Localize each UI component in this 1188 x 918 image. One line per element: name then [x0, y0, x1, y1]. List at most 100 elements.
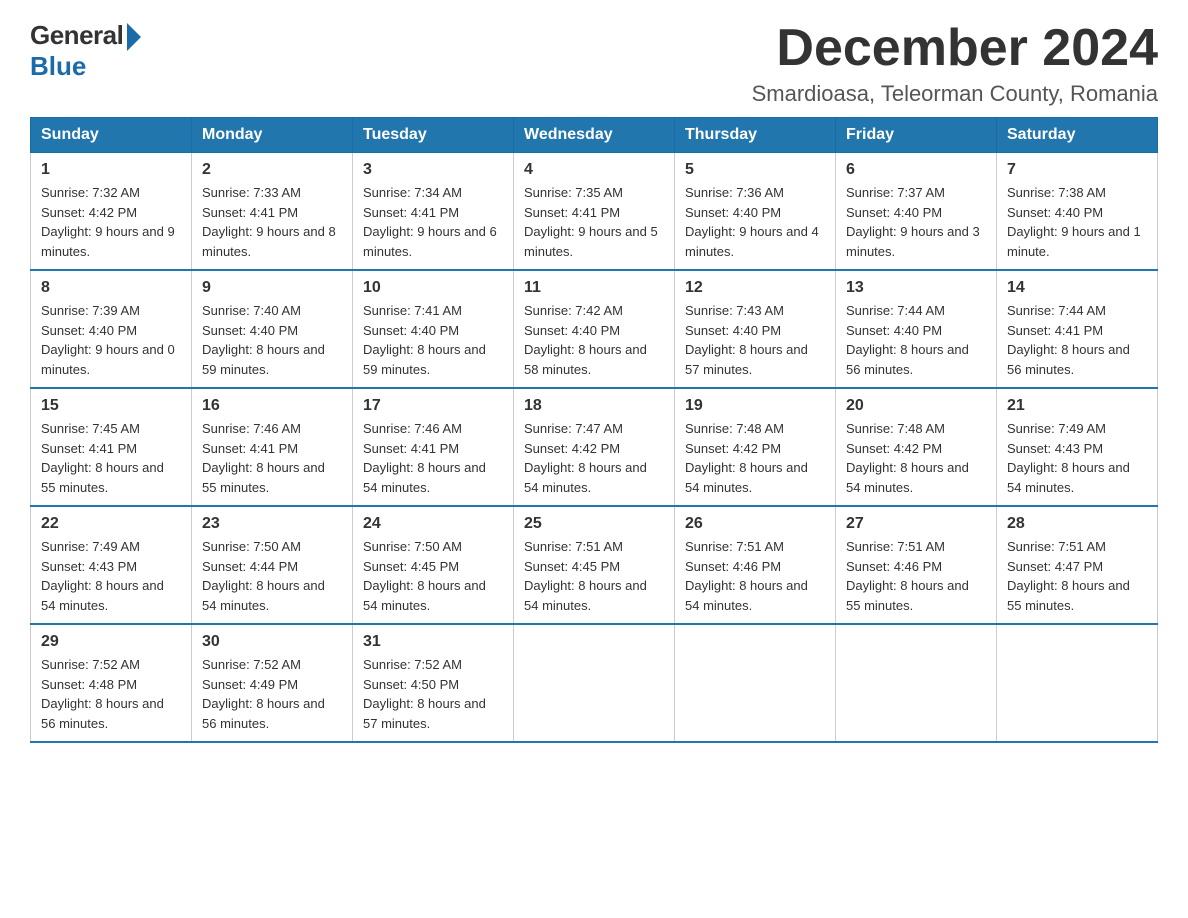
day-info: Sunrise: 7:51 AMSunset: 4:47 PMDaylight:… [1007, 537, 1147, 615]
weekday-header-wednesday: Wednesday [514, 118, 675, 153]
calendar-cell: 3Sunrise: 7:34 AMSunset: 4:41 PMDaylight… [353, 153, 514, 271]
day-number: 24 [363, 515, 503, 533]
day-number: 25 [524, 515, 664, 533]
calendar-cell: 5Sunrise: 7:36 AMSunset: 4:40 PMDaylight… [675, 153, 836, 271]
day-number: 2 [202, 161, 342, 179]
calendar-cell: 9 Sunrise: 7:40 AMSunset: 4:40 PMDaylight… [192, 270, 353, 388]
day-number: 9 [202, 279, 342, 297]
day-number: 31 [363, 633, 503, 651]
weekday-header-row: SundayMondayTuesdayWednesdayThursdayFrid… [31, 118, 1158, 153]
logo-blue-text: Blue [30, 51, 86, 82]
day-number: 8 [41, 279, 181, 297]
weekday-header-monday: Monday [192, 118, 353, 153]
day-number: 28 [1007, 515, 1147, 533]
day-number: 27 [846, 515, 986, 533]
day-info: Sunrise: 7:32 AMSunset: 4:42 PMDaylight:… [41, 183, 181, 261]
day-info: Sunrise: 7:37 AMSunset: 4:40 PMDaylight:… [846, 183, 986, 261]
day-info: Sunrise: 7:51 AMSunset: 4:45 PMDaylight:… [524, 537, 664, 615]
calendar-cell: 10 Sunrise: 7:41 AMSunset: 4:40 PMDayligh… [353, 270, 514, 388]
weekday-header-sunday: Sunday [31, 118, 192, 153]
calendar-cell: 16 Sunrise: 7:46 AMSunset: 4:41 PMDayligh… [192, 388, 353, 506]
calendar-week-row: 29 Sunrise: 7:52 AMSunset: 4:48 PMDayligh… [31, 624, 1158, 742]
calendar-cell: 26 Sunrise: 7:51 AMSunset: 4:46 PMDayligh… [675, 506, 836, 624]
day-info: Sunrise: 7:45 AMSunset: 4:41 PMDaylight:… [41, 419, 181, 497]
calendar-cell: 30 Sunrise: 7:52 AMSunset: 4:49 PMDayligh… [192, 624, 353, 742]
calendar-cell: 15Sunrise: 7:45 AMSunset: 4:41 PMDayligh… [31, 388, 192, 506]
title-area: December 2024 Smardioasa, Teleorman Coun… [752, 20, 1158, 107]
calendar-cell: 21 Sunrise: 7:49 AMSunset: 4:43 PMDayligh… [997, 388, 1158, 506]
calendar-table: SundayMondayTuesdayWednesdayThursdayFrid… [30, 117, 1158, 743]
day-info: Sunrise: 7:40 AMSunset: 4:40 PMDaylight:… [202, 301, 342, 379]
day-number: 4 [524, 161, 664, 179]
calendar-cell: 25 Sunrise: 7:51 AMSunset: 4:45 PMDayligh… [514, 506, 675, 624]
day-info: Sunrise: 7:48 AMSunset: 4:42 PMDaylight:… [685, 419, 825, 497]
calendar-cell: 18 Sunrise: 7:47 AMSunset: 4:42 PMDayligh… [514, 388, 675, 506]
day-info: Sunrise: 7:38 AMSunset: 4:40 PMDaylight:… [1007, 183, 1147, 261]
day-number: 13 [846, 279, 986, 297]
calendar-cell: 1Sunrise: 7:32 AMSunset: 4:42 PMDaylight… [31, 153, 192, 271]
day-number: 26 [685, 515, 825, 533]
day-info: Sunrise: 7:33 AMSunset: 4:41 PMDaylight:… [202, 183, 342, 261]
calendar-cell: 17Sunrise: 7:46 AMSunset: 4:41 PMDayligh… [353, 388, 514, 506]
day-info: Sunrise: 7:49 AMSunset: 4:43 PMDaylight:… [1007, 419, 1147, 497]
day-info: Sunrise: 7:41 AMSunset: 4:40 PMDaylight:… [363, 301, 503, 379]
day-number: 19 [685, 397, 825, 415]
calendar-week-row: 1Sunrise: 7:32 AMSunset: 4:42 PMDaylight… [31, 153, 1158, 271]
day-info: Sunrise: 7:47 AMSunset: 4:42 PMDaylight:… [524, 419, 664, 497]
day-number: 12 [685, 279, 825, 297]
calendar-cell: 28 Sunrise: 7:51 AMSunset: 4:47 PMDayligh… [997, 506, 1158, 624]
day-number: 20 [846, 397, 986, 415]
calendar-cell: 29 Sunrise: 7:52 AMSunset: 4:48 PMDayligh… [31, 624, 192, 742]
day-info: Sunrise: 7:48 AMSunset: 4:42 PMDaylight:… [846, 419, 986, 497]
day-info: Sunrise: 7:52 AMSunset: 4:48 PMDaylight:… [41, 655, 181, 733]
day-number: 29 [41, 633, 181, 651]
weekday-header-saturday: Saturday [997, 118, 1158, 153]
weekday-header-tuesday: Tuesday [353, 118, 514, 153]
calendar-cell: 11 Sunrise: 7:42 AMSunset: 4:40 PMDayligh… [514, 270, 675, 388]
weekday-header-friday: Friday [836, 118, 997, 153]
calendar-cell [514, 624, 675, 742]
calendar-cell: 24 Sunrise: 7:50 AMSunset: 4:45 PMDayligh… [353, 506, 514, 624]
logo: General Blue [30, 20, 141, 82]
day-number: 7 [1007, 161, 1147, 179]
calendar-week-row: 8 Sunrise: 7:39 AMSunset: 4:40 PMDaylight… [31, 270, 1158, 388]
day-number: 6 [846, 161, 986, 179]
day-number: 21 [1007, 397, 1147, 415]
day-info: Sunrise: 7:39 AMSunset: 4:40 PMDaylight:… [41, 301, 181, 379]
day-number: 22 [41, 515, 181, 533]
day-number: 14 [1007, 279, 1147, 297]
day-info: Sunrise: 7:35 AMSunset: 4:41 PMDaylight:… [524, 183, 664, 261]
day-info: Sunrise: 7:46 AMSunset: 4:41 PMDaylight:… [202, 419, 342, 497]
day-info: Sunrise: 7:49 AMSunset: 4:43 PMDaylight:… [41, 537, 181, 615]
weekday-header-thursday: Thursday [675, 118, 836, 153]
calendar-cell: 6 Sunrise: 7:37 AMSunset: 4:40 PMDaylight… [836, 153, 997, 271]
day-info: Sunrise: 7:34 AMSunset: 4:41 PMDaylight:… [363, 183, 503, 261]
day-number: 10 [363, 279, 503, 297]
day-info: Sunrise: 7:50 AMSunset: 4:44 PMDaylight:… [202, 537, 342, 615]
day-info: Sunrise: 7:50 AMSunset: 4:45 PMDaylight:… [363, 537, 503, 615]
calendar-week-row: 22 Sunrise: 7:49 AMSunset: 4:43 PMDayligh… [31, 506, 1158, 624]
day-info: Sunrise: 7:44 AMSunset: 4:40 PMDaylight:… [846, 301, 986, 379]
calendar-cell: 14 Sunrise: 7:44 AMSunset: 4:41 PMDayligh… [997, 270, 1158, 388]
day-info: Sunrise: 7:52 AMSunset: 4:50 PMDaylight:… [363, 655, 503, 733]
day-number: 11 [524, 279, 664, 297]
calendar-cell: 19 Sunrise: 7:48 AMSunset: 4:42 PMDayligh… [675, 388, 836, 506]
calendar-cell: 7 Sunrise: 7:38 AMSunset: 4:40 PMDaylight… [997, 153, 1158, 271]
day-number: 18 [524, 397, 664, 415]
day-number: 17 [363, 397, 503, 415]
day-info: Sunrise: 7:51 AMSunset: 4:46 PMDaylight:… [685, 537, 825, 615]
day-number: 30 [202, 633, 342, 651]
calendar-cell: 4 Sunrise: 7:35 AMSunset: 4:41 PMDaylight… [514, 153, 675, 271]
day-number: 16 [202, 397, 342, 415]
calendar-cell [836, 624, 997, 742]
day-number: 5 [685, 161, 825, 179]
calendar-cell: 13 Sunrise: 7:44 AMSunset: 4:40 PMDayligh… [836, 270, 997, 388]
day-info: Sunrise: 7:42 AMSunset: 4:40 PMDaylight:… [524, 301, 664, 379]
day-info: Sunrise: 7:44 AMSunset: 4:41 PMDaylight:… [1007, 301, 1147, 379]
calendar-cell: 22 Sunrise: 7:49 AMSunset: 4:43 PMDayligh… [31, 506, 192, 624]
page-header: General Blue December 2024 Smardioasa, T… [30, 20, 1158, 107]
calendar-cell: 23Sunrise: 7:50 AMSunset: 4:44 PMDayligh… [192, 506, 353, 624]
calendar-cell [675, 624, 836, 742]
day-info: Sunrise: 7:52 AMSunset: 4:49 PMDaylight:… [202, 655, 342, 733]
logo-arrow-icon [127, 23, 141, 51]
